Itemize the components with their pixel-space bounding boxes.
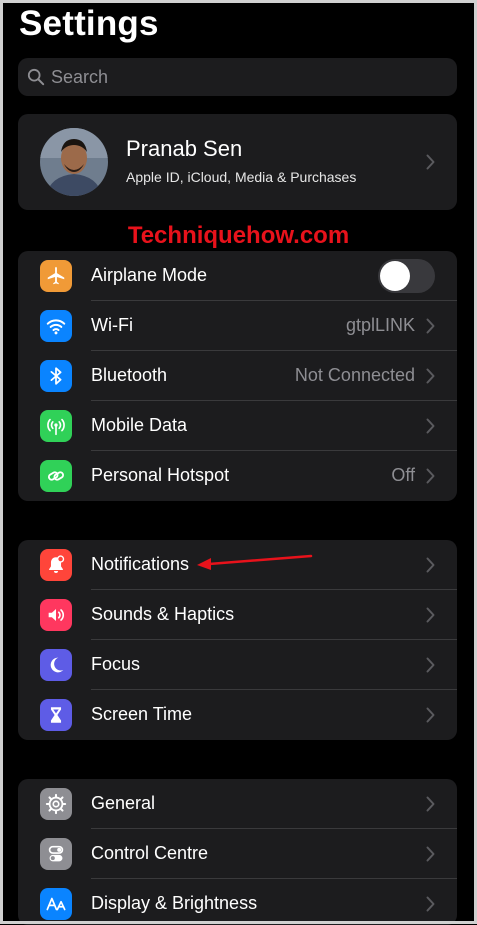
chevron-right-icon [426,154,435,170]
row-sounds-haptics[interactable]: Sounds & Haptics [18,590,457,640]
row-mobile-data[interactable]: Mobile Data [18,401,457,451]
wifi-label: Wi-Fi [91,315,133,335]
chevron-right-icon [426,607,435,623]
moon-icon [40,649,72,681]
personal-hotspot-label: Personal Hotspot [91,465,230,485]
chevron-right-icon [426,418,435,434]
airplane-mode-label: Airplane Mode [91,265,208,285]
avatar [40,128,108,196]
connectivity-group: Airplane Mode Wi-Fi gtplLINK Bluetooth N… [18,251,457,501]
switches-icon [40,838,72,870]
hotspot-icon [40,460,72,492]
search-placeholder: Search [51,66,109,87]
bluetooth-icon [40,360,72,392]
bell-icon [40,549,72,581]
bluetooth-value: Not Connected [294,365,415,385]
control-centre-label: Control Centre [91,843,209,863]
row-display-brightness[interactable]: Display & Brightness [18,879,457,925]
focus-label: Focus [91,654,141,674]
chevron-right-icon [426,468,435,484]
airplane-mode-toggle[interactable] [378,259,435,293]
row-control-centre[interactable]: Control Centre [18,829,457,879]
profile-subtitle: Apple ID, iCloud, Media & Purchases [126,169,357,185]
row-personal-hotspot[interactable]: Personal Hotspot Off [18,451,457,501]
row-bluetooth[interactable]: Bluetooth Not Connected [18,351,457,401]
screen-time-label: Screen Time [91,704,193,724]
antenna-icon [40,410,72,442]
bluetooth-label: Bluetooth [91,365,168,385]
profile-name: Pranab Sen [126,136,243,161]
sounds-haptics-label: Sounds & Haptics [91,604,235,624]
row-screen-time[interactable]: Screen Time [18,690,457,740]
row-wifi[interactable]: Wi-Fi gtplLINK [18,301,457,351]
general-group: General Control Centre Display & Brightn… [18,779,457,925]
chevron-right-icon [426,707,435,723]
hourglass-icon [40,699,72,731]
chevron-right-icon [426,368,435,384]
search-icon [27,68,45,86]
chevron-right-icon [426,896,435,912]
general-label: General [91,793,156,813]
watermark-text: Techniquehow.com [127,222,350,249]
mobile-data-label: Mobile Data [91,415,188,435]
annotation-arrow-icon [197,554,313,570]
row-focus[interactable]: Focus [18,640,457,690]
chevron-right-icon [426,318,435,334]
chevron-right-icon [426,846,435,862]
toggle-knob [380,261,410,291]
row-airplane-mode[interactable]: Airplane Mode [18,251,457,301]
apple-id-profile-row[interactable]: Pranab Sen Apple ID, iCloud, Media & Pur… [18,114,457,210]
personal-hotspot-value: Off [391,465,415,485]
chevron-right-icon [426,557,435,573]
chevron-right-icon [426,796,435,812]
gear-icon [40,788,72,820]
search-bar[interactable]: Search [18,58,457,96]
row-general[interactable]: General [18,779,457,829]
page-title: Settings [19,4,159,43]
chevron-right-icon [426,657,435,673]
airplane-icon [40,260,72,292]
speaker-icon [40,599,72,631]
display-brightness-label: Display & Brightness [91,893,258,913]
notifications-label: Notifications [91,554,190,574]
wifi-value: gtplLINK [345,315,415,335]
wifi-icon [40,310,72,342]
text-size-icon [40,888,72,920]
